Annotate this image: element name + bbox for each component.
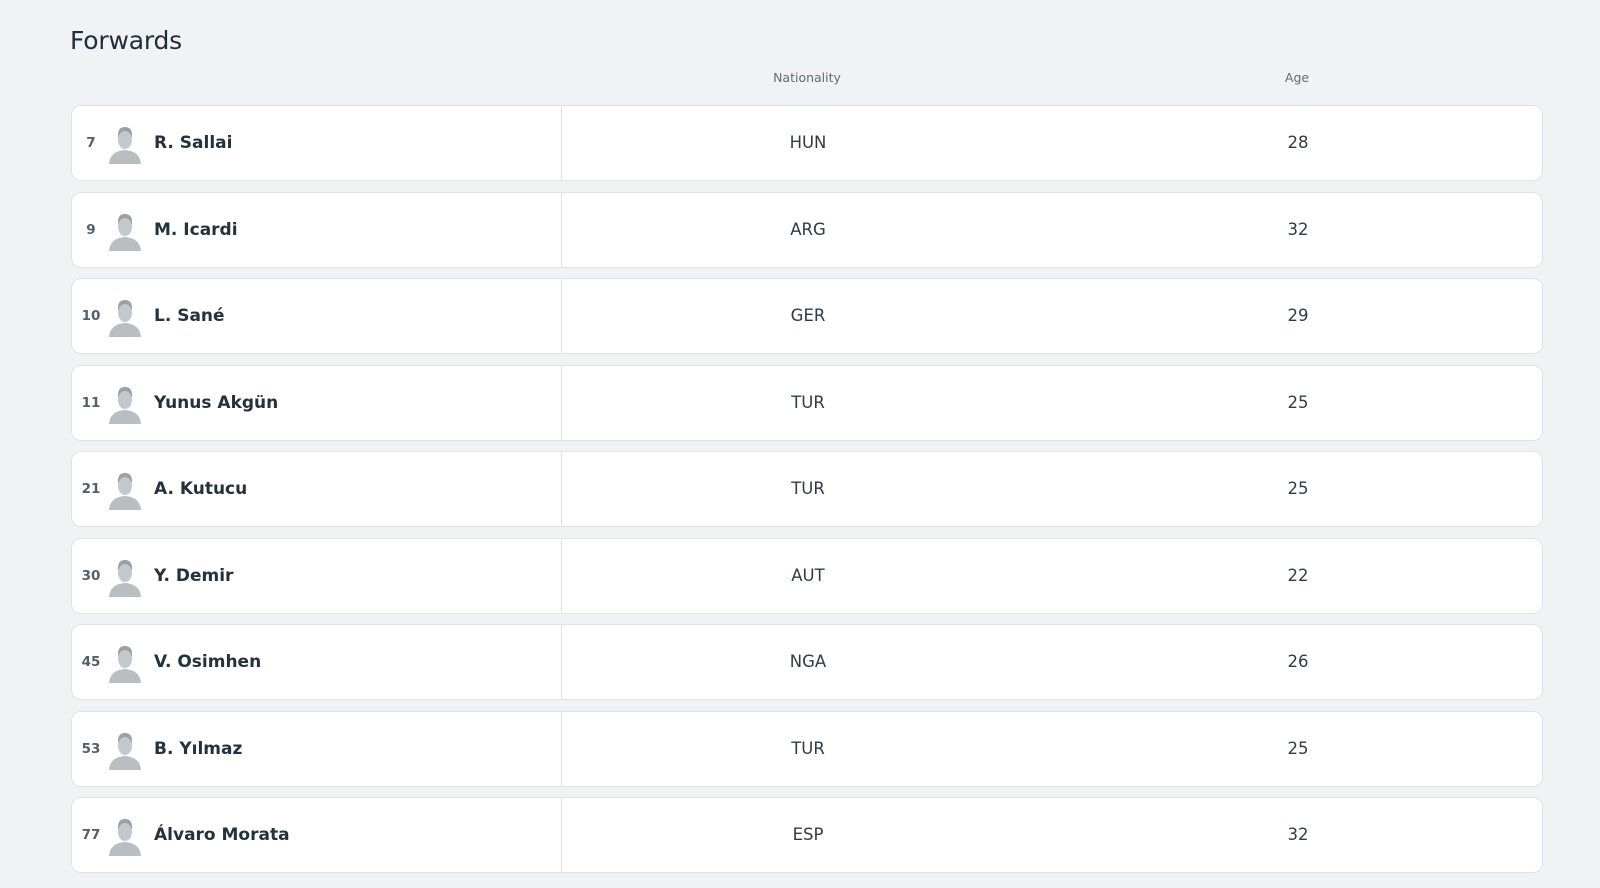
player-placeholder-icon[interactable]	[108, 643, 142, 683]
age-column-header: Age	[1284, 70, 1310, 85]
player-name[interactable]: Y. Demir	[154, 539, 233, 613]
player-name[interactable]: Yunus Akgün	[154, 366, 278, 440]
player-cell: 45 V. Osimhen	[72, 625, 562, 699]
player-age: 32	[1287, 825, 1309, 844]
shirt-number: 30	[81, 567, 101, 584]
player-placeholder-icon[interactable]	[108, 124, 142, 164]
player-nationality: HUN	[789, 133, 827, 152]
player-nationality: TUR	[791, 392, 825, 412]
player-name[interactable]: M. Icardi	[154, 193, 238, 267]
player-placeholder-icon[interactable]	[108, 557, 142, 597]
player-name[interactable]: Álvaro Morata	[154, 798, 290, 872]
shirt-number: 45	[81, 654, 101, 670]
player-nationality: ARG	[790, 219, 826, 239]
player-cell: 9 M. Icardi	[72, 192, 562, 267]
player-age: 29	[1287, 306, 1309, 325]
player-row[interactable]: 30 Y. Demir AUT 22	[71, 537, 1543, 614]
player-cell: 30 Y. Demir	[72, 538, 562, 613]
player-name[interactable]: A. Kutucu	[154, 452, 247, 526]
shirt-number: 77	[81, 827, 101, 843]
player-nationality: GER	[790, 306, 826, 325]
player-nationality: ESP	[792, 825, 824, 844]
player-age: 25	[1287, 392, 1309, 412]
player-row[interactable]: 77 Álvaro Morata ESP 32	[71, 797, 1543, 873]
player-name[interactable]: R. Sallai	[154, 106, 232, 180]
shirt-number: 11	[81, 394, 101, 411]
shirt-number: 7	[86, 135, 96, 151]
player-placeholder-icon[interactable]	[108, 816, 142, 856]
section-title: Forwards	[70, 26, 182, 55]
player-age: 28	[1287, 133, 1309, 152]
player-placeholder-icon[interactable]	[108, 384, 142, 424]
player-cell: 77 Álvaro Morata	[72, 798, 562, 872]
shirt-number: 53	[81, 740, 101, 757]
player-placeholder-icon[interactable]	[108, 297, 142, 337]
player-cell: 7 R. Sallai	[72, 106, 562, 180]
player-placeholder-icon[interactable]	[108, 730, 142, 770]
player-nationality: NGA	[789, 652, 827, 671]
player-row[interactable]: 45 V. Osimhen NGA 26	[71, 624, 1543, 700]
player-age: 25	[1287, 479, 1309, 498]
player-nationality: TUR	[791, 738, 825, 758]
shirt-number: 9	[86, 221, 96, 238]
column-headers: Nationality Age	[71, 70, 1543, 90]
player-age: 32	[1287, 219, 1309, 239]
player-cell: 11 Yunus Akgün	[72, 365, 562, 440]
shirt-number: 10	[81, 308, 101, 324]
shirt-number: 21	[81, 481, 101, 497]
player-nationality: TUR	[791, 479, 825, 498]
player-age: 22	[1287, 565, 1309, 585]
player-row[interactable]: 10 L. Sané GER 29	[71, 278, 1543, 354]
player-row[interactable]: 53 B. Yılmaz TUR 25	[71, 710, 1543, 787]
player-placeholder-icon[interactable]	[108, 470, 142, 510]
player-name[interactable]: L. Sané	[154, 279, 225, 353]
player-cell: 21 A. Kutucu	[72, 452, 562, 526]
player-row[interactable]: 21 A. Kutucu TUR 25	[71, 451, 1543, 527]
player-row[interactable]: 7 R. Sallai HUN 28	[71, 105, 1543, 181]
player-age: 26	[1287, 652, 1309, 671]
player-row[interactable]: 9 M. Icardi ARG 32	[71, 191, 1543, 268]
player-name[interactable]: V. Osimhen	[154, 625, 261, 699]
player-name[interactable]: B. Yılmaz	[154, 712, 242, 786]
player-cell: 53 B. Yılmaz	[72, 711, 562, 786]
player-cell: 10 L. Sané	[72, 279, 562, 353]
player-nationality: AUT	[791, 565, 825, 585]
nationality-column-header: Nationality	[773, 70, 841, 85]
player-placeholder-icon[interactable]	[108, 211, 142, 251]
player-row[interactable]: 11 Yunus Akgün TUR 25	[71, 364, 1543, 441]
players-list: 7 R. Sallai HUN 28 9 M. Icardi ARG 32 10…	[71, 105, 1543, 884]
player-age: 25	[1287, 738, 1309, 758]
